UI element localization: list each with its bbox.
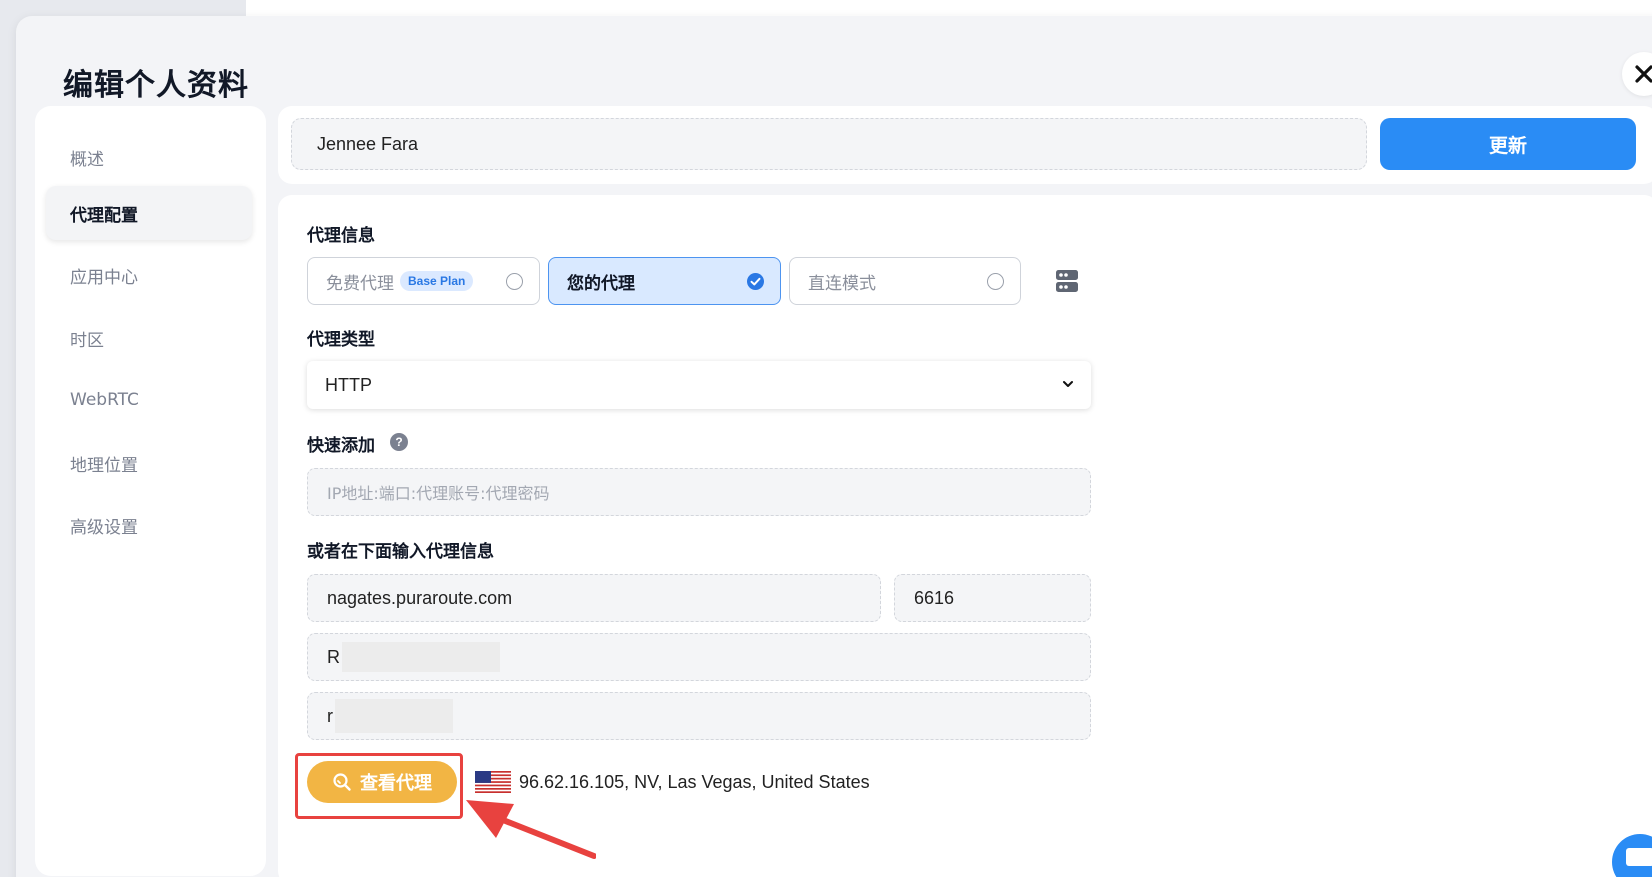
sidebar-item-label: 高级设置	[70, 517, 138, 538]
update-button[interactable]: 更新	[1380, 118, 1636, 170]
modal-title: 编辑个人资料	[63, 68, 249, 103]
proxy-type-select[interactable]: HTTP	[307, 361, 1091, 409]
sidebar-item-proxy-config[interactable]: 代理配置	[46, 186, 252, 240]
radio-unchecked-icon	[987, 273, 1004, 290]
sidebar-item-label: WebRTC	[70, 390, 139, 410]
username-value: R	[327, 646, 340, 667]
sidebar-item-label: 时区	[70, 330, 104, 351]
chat-icon	[1626, 848, 1652, 866]
redacted-area	[342, 642, 500, 672]
sidebar-item-advanced[interactable]: 高级设置	[46, 498, 252, 552]
chevron-down-icon	[1063, 381, 1073, 387]
redacted-area	[335, 699, 453, 733]
sidebar: 概述 代理配置 应用中心 时区 WebRTC 地理位置 高级设置	[35, 106, 266, 876]
proxy-type-label: 代理类型	[307, 330, 375, 350]
chat-support-button[interactable]	[1612, 834, 1652, 877]
proxy-config-panel: 代理信息 免费代理 Base Plan 您的代理 直连模式 代理类型 HTTP …	[278, 195, 1652, 877]
background-top	[246, 0, 1652, 16]
profile-name-bar: Jennee Fara 更新	[278, 106, 1652, 184]
profile-name-input[interactable]: Jennee Fara	[291, 118, 1367, 170]
proxy-username-input[interactable]: R	[307, 633, 1091, 681]
option-label: 免费代理	[326, 273, 394, 294]
direct-mode-option[interactable]: 直连模式	[789, 257, 1021, 305]
check-proxy-button[interactable]: 查看代理	[307, 761, 457, 803]
sidebar-item-label: 应用中心	[70, 267, 138, 288]
proxy-password-input[interactable]: r	[307, 692, 1091, 740]
sidebar-item-label: 代理配置	[70, 205, 138, 226]
proxy-host-input[interactable]: nagates.puraroute.com	[307, 574, 881, 622]
sidebar-item-app-center[interactable]: 应用中心	[46, 248, 252, 302]
sidebar-item-label: 概述	[70, 149, 104, 170]
radio-checked-icon	[747, 273, 764, 290]
sidebar-item-webrtc[interactable]: WebRTC	[46, 373, 252, 427]
free-proxy-option[interactable]: 免费代理 Base Plan	[307, 257, 540, 305]
option-label: 直连模式	[808, 273, 876, 294]
help-icon[interactable]: ?	[390, 433, 408, 451]
proxy-type-value: HTTP	[325, 374, 372, 395]
your-proxy-option[interactable]: 您的代理	[548, 257, 781, 305]
sidebar-item-label: 地理位置	[70, 455, 138, 476]
password-value: r	[327, 705, 333, 726]
sidebar-item-overview[interactable]: 概述	[46, 130, 252, 184]
annotation-arrow-icon	[466, 800, 596, 859]
base-plan-badge: Base Plan	[400, 271, 474, 291]
option-label: 您的代理	[567, 273, 635, 294]
manual-entry-label: 或者在下面输入代理信息	[307, 542, 494, 562]
sidebar-item-timezone[interactable]: 时区	[46, 311, 252, 365]
server-list-icon[interactable]	[1055, 269, 1079, 298]
search-icon	[333, 773, 351, 791]
quick-add-label: 快速添加	[307, 436, 375, 456]
quick-add-input[interactable]: IP地址:端口:代理账号:代理密码	[307, 468, 1091, 516]
radio-unchecked-icon	[506, 273, 523, 290]
close-button[interactable]	[1622, 52, 1652, 96]
sidebar-item-geolocation[interactable]: 地理位置	[46, 436, 252, 490]
proxy-info-label: 代理信息	[307, 226, 375, 246]
proxy-port-input[interactable]: 6616	[894, 574, 1091, 622]
check-proxy-label: 查看代理	[360, 773, 432, 794]
close-icon	[1635, 65, 1652, 83]
